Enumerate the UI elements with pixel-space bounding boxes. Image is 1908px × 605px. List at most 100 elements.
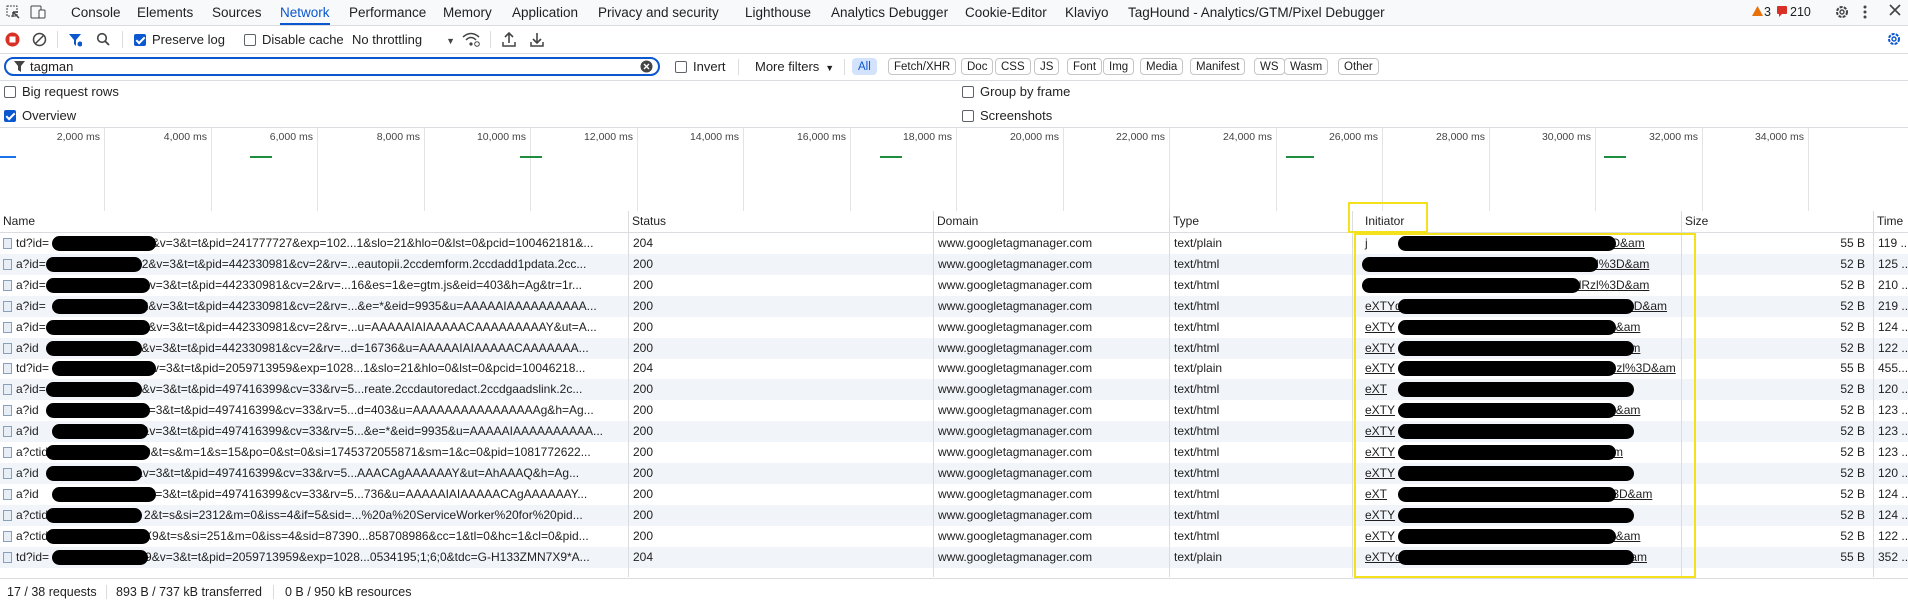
warning-icon[interactable] [1752, 6, 1763, 17]
toolbar-divider [122, 31, 123, 48]
checkbox-unchecked-icon[interactable] [244, 34, 256, 46]
column-header-size[interactable]: Size [1681, 211, 1873, 232]
more-options-icon[interactable] [1863, 4, 1867, 20]
type-filter-js[interactable]: JS [1034, 58, 1060, 75]
close-devtools-icon[interactable] [1889, 4, 1901, 16]
type-filter-img[interactable]: Img [1103, 58, 1135, 75]
type-filter-manifest[interactable]: Manifest [1190, 58, 1246, 75]
more-filters-dropdown[interactable]: More filters ▼ [755, 54, 834, 81]
request-name-rest: 2&v=3&t=t&pid=442330981&cv=2&rv=...d=167… [134, 340, 589, 355]
settings-gear-icon[interactable] [1834, 4, 1850, 20]
time-cell: 123 ... [1878, 445, 1908, 459]
clear-icon[interactable] [32, 32, 47, 47]
checkbox-unchecked-icon[interactable] [962, 110, 974, 122]
warnings-count[interactable]: 3 [1764, 0, 1771, 25]
timeline-gridline [424, 128, 425, 212]
tab-memory[interactable]: Memory [443, 0, 492, 25]
checkbox-unchecked-icon[interactable] [4, 86, 16, 98]
timeline-gridline [317, 128, 318, 212]
checkbox-unchecked-icon[interactable] [962, 86, 974, 98]
timeline-gridline [1063, 128, 1064, 212]
type-cell: text/plain [1174, 361, 1223, 376]
throttling-select[interactable]: No throttling ▼ [352, 26, 455, 53]
disable-cache-checkbox[interactable]: Disable cache [244, 26, 344, 53]
tab-privacy-and-security[interactable]: Privacy and security [598, 0, 719, 25]
search-icon[interactable] [96, 32, 110, 46]
column-header-time[interactable]: Time [1873, 211, 1908, 232]
export-har-icon[interactable] [530, 31, 544, 47]
import-har-icon[interactable] [502, 31, 516, 47]
status-cell: 200 [633, 403, 654, 418]
inspect-element-icon[interactable] [6, 5, 20, 19]
big-request-rows-checkbox[interactable]: Big request rows [4, 82, 119, 102]
column-header-name[interactable]: Name [0, 211, 628, 232]
filter-icon[interactable] [68, 33, 82, 47]
size-cell: 52 B [1840, 445, 1865, 459]
overview-timeline[interactable]: 2,000 ms 4,000 ms 6,000 ms 8,000 ms 10,000 m… [0, 127, 1908, 213]
network-conditions-icon[interactable] [462, 32, 480, 47]
column-header-status[interactable]: Status [628, 211, 933, 232]
column-divider [1352, 211, 1353, 577]
issues-icon[interactable] [1777, 6, 1787, 17]
issues-count[interactable]: 210 [1790, 0, 1811, 25]
screenshots-checkbox[interactable]: Screenshots [962, 106, 1052, 126]
request-name-rest: 9&t=s&m=1&s=15&po=0&st=0&si=174537205587… [144, 445, 591, 459]
tab-taghound-analytics-gtm-pixel-debugger[interactable]: TagHound - Analytics/GTM/Pixel Debugger [1128, 0, 1385, 25]
time-cell: 120 ... [1878, 465, 1908, 480]
tab-sources[interactable]: Sources [212, 0, 262, 25]
domain-cell: www.googletagmanager.com [938, 486, 1093, 501]
domain-cell: www.googletagmanager.com [938, 298, 1093, 313]
tab-lighthouse[interactable]: Lighthouse [745, 0, 811, 25]
tab-application[interactable]: Application [512, 0, 578, 25]
group-by-frame-checkbox[interactable]: Group by frame [962, 82, 1070, 102]
domain-cell: www.googletagmanager.com [938, 528, 1093, 543]
resources-size: 0 B / 950 kB resources [285, 585, 412, 599]
request-name-prefix: a?id= [16, 256, 46, 271]
device-toolbar-icon[interactable] [30, 5, 46, 19]
type-filter-css[interactable]: CSS [995, 58, 1031, 75]
type-filter-other[interactable]: Other [1338, 58, 1379, 75]
type-filter-font[interactable]: Font [1067, 58, 1103, 75]
filter-input-box[interactable]: tagman [4, 57, 660, 76]
tab-network[interactable]: Network [280, 0, 330, 25]
initiator-header-highlight [1348, 202, 1428, 233]
type-filter-all[interactable]: All [852, 58, 877, 75]
status-cell: 200 [633, 507, 654, 522]
type-filter-doc[interactable]: Doc [961, 58, 994, 75]
filter-divider [844, 59, 845, 75]
timeline-gridline [1276, 128, 1277, 212]
timeline-tick-label: 12,000 ms [583, 131, 633, 143]
tab-elements[interactable]: Elements [137, 0, 193, 25]
filter-input[interactable]: tagman [30, 59, 73, 74]
request-name-rest: 2&v=3&t=t&pid=442330981&cv=2&rv=...eauto… [141, 256, 587, 271]
type-filter-fetch-xhr[interactable]: Fetch/XHR [888, 58, 957, 75]
clear-filter-icon[interactable] [640, 60, 653, 73]
invert-checkbox[interactable]: Invert [675, 54, 726, 81]
tab-analytics-debugger[interactable]: Analytics Debugger [831, 0, 948, 25]
type-filter-ws[interactable]: WS [1254, 58, 1285, 75]
dropdown-arrow-icon: ▼ [825, 63, 835, 73]
column-header-domain[interactable]: Domain [933, 211, 1169, 232]
tab-cookie-editor[interactable]: Cookie-Editor [965, 0, 1047, 25]
type-filter-media[interactable]: Media [1140, 58, 1184, 75]
network-settings-gear-icon[interactable] [1886, 31, 1902, 47]
timeline-gridline [1489, 128, 1490, 212]
overview-checkbox[interactable]: Overview [4, 106, 76, 126]
request-name-prefix: a?id [16, 403, 39, 418]
column-header-type[interactable]: Type [1169, 211, 1352, 232]
type-filter-wasm[interactable]: Wasm [1284, 58, 1329, 75]
preserve-log-checkbox[interactable]: Preserve log [134, 26, 225, 53]
checkbox-checked-icon[interactable] [134, 34, 146, 46]
request-name-rest: X9&t=s&si=251&m=0&iss=4&sid=87390...8587… [144, 528, 589, 543]
more-filters-label: More filters [755, 59, 820, 74]
tab-klaviyo[interactable]: Klaviyo [1065, 0, 1109, 25]
checkbox-checked-icon[interactable] [4, 110, 16, 122]
timeline-request-bar [880, 156, 902, 158]
tab-performance[interactable]: Performance [349, 0, 426, 25]
timeline-tick-label: 26,000 ms [1328, 131, 1378, 143]
stop-recording-icon[interactable] [5, 32, 20, 47]
domain-cell: www.googletagmanager.com [938, 319, 1093, 334]
file-icon [3, 384, 12, 396]
checkbox-unchecked-icon[interactable] [675, 61, 687, 73]
tab-console[interactable]: Console [71, 0, 121, 25]
